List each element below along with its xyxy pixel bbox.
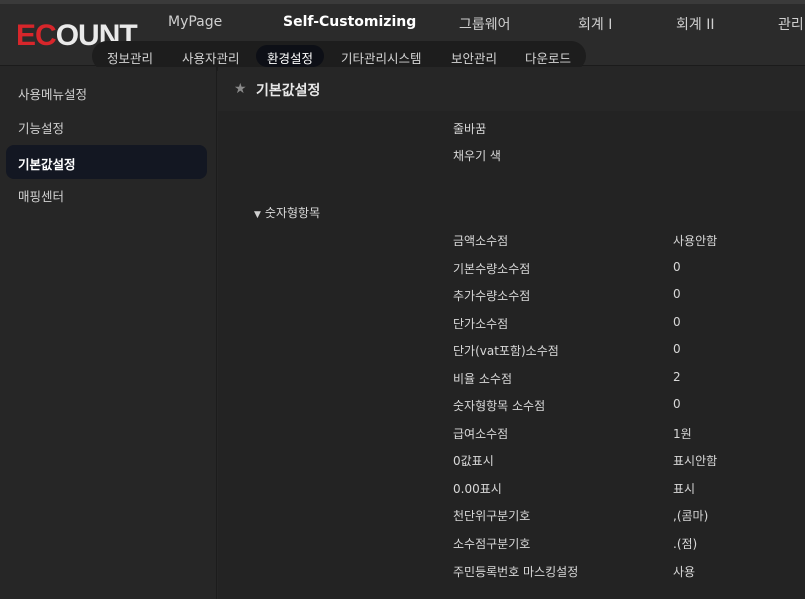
sidebar-item-menu-setup[interactable]: 사용메뉴설정	[0, 75, 217, 109]
main-content: ★ 기본값설정 줄바꿈 채우기 색 ▼ 숫자형항목 금액소수점 사용안함 기본수량…	[218, 67, 805, 599]
row-label: 0값표시	[453, 454, 494, 468]
top-strip	[0, 0, 805, 4]
star-icon[interactable]: ★	[234, 81, 247, 97]
row-label: 비율 소수점	[453, 372, 513, 386]
sidebar-item-label: 기능설정	[18, 121, 65, 136]
sidebar: 사용메뉴설정 기능설정 기본값설정 매핑센터	[0, 67, 217, 599]
page-title: 기본값설정	[256, 83, 321, 99]
row-label: 소수점구분기호	[453, 537, 531, 551]
row-label: 단가(vat포함)소수점	[453, 344, 559, 358]
row-label: 0.00표시	[453, 482, 502, 496]
row-value[interactable]: 0	[673, 397, 681, 411]
nav-accounting-2[interactable]: 회계 II	[676, 14, 714, 34]
row-label: 천단위구분기호	[453, 509, 531, 523]
row-label-fill-color[interactable]: 채우기 색	[453, 147, 501, 164]
subnav-environment[interactable]: 환경설정	[267, 48, 313, 67]
row-value[interactable]: 0	[673, 315, 681, 329]
row-label: 단가소수점	[453, 317, 509, 331]
section-label: 숫자형항목	[264, 206, 321, 220]
row-value[interactable]: 0	[673, 260, 681, 274]
top-header: EC OUNT MyPage Self-Customizing 그룹웨어 회계 I…	[0, 0, 805, 71]
nav-groupware[interactable]: 그룹웨어	[459, 14, 511, 34]
section-numeric-items[interactable]: ▼ 숫자형항목	[254, 204, 320, 221]
row-value[interactable]: 0	[673, 287, 681, 301]
row-value[interactable]: 표시	[673, 480, 695, 497]
sidebar-item-label: 사용메뉴설정	[18, 87, 88, 102]
nav-mypage[interactable]: MyPage	[168, 14, 222, 30]
caret-down-icon: ▼	[254, 210, 261, 220]
row-label: 급여소수점	[453, 427, 509, 441]
sidebar-item-label: 매핑센터	[18, 189, 65, 204]
row-label: 기본수량소수점	[453, 262, 531, 276]
nav-accounting-1[interactable]: 회계 I	[578, 14, 612, 34]
sidebar-item-mapping-center[interactable]: 매핑센터	[0, 177, 217, 211]
subnav-security[interactable]: 보안관리	[451, 48, 497, 67]
subnav-user-manage[interactable]: 사용자관리	[182, 48, 240, 67]
row-value[interactable]: 사용안함	[673, 232, 717, 249]
logo-part-ec: EC	[16, 19, 57, 52]
title-bar: ★ 기본값설정	[218, 67, 805, 111]
row-label-line-wrap[interactable]: 줄바꿈	[453, 120, 486, 137]
sidebar-item-default-setup[interactable]: 기본값설정	[6, 145, 207, 179]
row-label: 추가수량소수점	[453, 289, 531, 303]
row-value[interactable]: .(점)	[673, 535, 697, 552]
row-value[interactable]: 0	[673, 342, 681, 356]
sidebar-item-function-setup[interactable]: 기능설정	[0, 109, 217, 143]
subnav-other-system[interactable]: 기타관리시스템	[341, 48, 422, 67]
row-value[interactable]: 2	[673, 370, 681, 384]
row-value[interactable]: 표시안함	[673, 452, 717, 469]
row-value[interactable]: 1원	[673, 425, 692, 442]
row-label: 주민등록번호 마스킹설정	[453, 565, 579, 579]
subnav-info-manage[interactable]: 정보관리	[107, 48, 153, 67]
subnav-download[interactable]: 다운로드	[525, 48, 571, 67]
row-value[interactable]: ,(콤마)	[673, 507, 708, 524]
row-value[interactable]: 사용	[673, 563, 695, 580]
row-label: 숫자형항목 소수점	[453, 399, 546, 413]
sidebar-item-label: 기본값설정	[18, 157, 76, 172]
nav-management[interactable]: 관리	[778, 14, 804, 34]
nav-self-customizing[interactable]: Self-Customizing	[283, 14, 416, 30]
row-label: 금액소수점	[453, 234, 509, 248]
